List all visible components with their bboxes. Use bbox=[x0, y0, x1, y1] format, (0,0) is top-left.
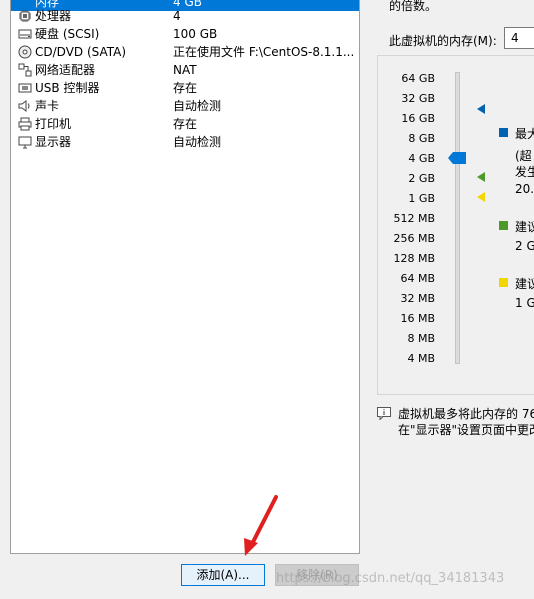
device-name: 声卡 bbox=[35, 99, 60, 113]
device-name: 显示器 bbox=[35, 135, 72, 149]
max-memory-marker-icon bbox=[477, 104, 485, 114]
device-row-processor[interactable]: 处理器 4 bbox=[11, 7, 359, 25]
min-legend-swatch bbox=[499, 278, 508, 287]
max-legend-value: 20. bbox=[515, 182, 534, 196]
cd-dvd-icon bbox=[17, 45, 33, 59]
add-hardware-button[interactable]: 添加(A)... bbox=[181, 564, 265, 586]
tick-label: 32 MB bbox=[400, 292, 435, 305]
memory-label: 此虚拟机的内存(M): bbox=[389, 34, 497, 48]
device-summary: 4 bbox=[173, 9, 181, 23]
device-row-network[interactable]: 网络适配器 NAT bbox=[11, 61, 359, 79]
tick-label: 8 GB bbox=[408, 132, 435, 145]
info-icon bbox=[377, 407, 391, 420]
tick-label: 256 MB bbox=[393, 232, 435, 245]
device-summary: 自动检测 bbox=[173, 99, 222, 113]
device-row-hard-disk[interactable]: 硬盘 (SCSI) 100 GB bbox=[11, 25, 359, 43]
max-legend-note2: 发生 bbox=[515, 165, 534, 179]
tick-label: 4 MB bbox=[407, 352, 435, 365]
tick-label: 4 GB bbox=[408, 152, 435, 165]
tick-label: 2 GB bbox=[408, 172, 435, 185]
device-row-printer[interactable]: 打印机 存在 bbox=[11, 115, 359, 133]
memory-slider-track[interactable] bbox=[455, 72, 460, 364]
tick-label: 1 GB bbox=[408, 192, 435, 205]
recommended-legend-value: 2 G bbox=[515, 239, 534, 253]
device-name: 打印机 bbox=[35, 117, 72, 131]
printer-icon bbox=[17, 117, 33, 131]
device-summary: 存在 bbox=[173, 81, 198, 95]
device-summary: 存在 bbox=[173, 117, 198, 131]
tick-label: 32 GB bbox=[401, 92, 435, 105]
watermark: https://blog.csdn.net/qq_34181343 bbox=[276, 571, 505, 586]
info-line-2: 在"显示器"设置页面中更改 bbox=[398, 423, 534, 437]
device-name: 处理器 bbox=[35, 9, 72, 23]
speaker-icon bbox=[17, 99, 33, 113]
recommended-legend-label: 建议 bbox=[515, 220, 534, 234]
max-legend-note: (超 bbox=[515, 149, 532, 163]
tick-label: 128 MB bbox=[393, 252, 435, 265]
device-name: 硬盘 (SCSI) bbox=[35, 27, 100, 41]
tick-label: 16 GB bbox=[401, 112, 435, 125]
device-summary: 100 GB bbox=[173, 27, 218, 41]
device-row-cd-dvd[interactable]: CD/DVD (SATA) 正在使用文件 F:\CentOS-8.1.1... bbox=[11, 43, 359, 61]
min-legend-value: 1 G bbox=[515, 296, 534, 310]
network-adapter-icon bbox=[17, 63, 33, 77]
tick-label: 64 MB bbox=[400, 272, 435, 285]
device-row-usb[interactable]: USB 控制器 存在 bbox=[11, 79, 359, 97]
tick-label: 16 MB bbox=[400, 312, 435, 325]
min-legend-label: 建议 bbox=[515, 277, 534, 291]
device-row-display[interactable]: 显示器 自动检测 bbox=[11, 133, 359, 151]
memory-slider-thumb[interactable] bbox=[448, 152, 468, 164]
recommended-memory-marker-icon bbox=[477, 172, 485, 182]
tick-label: 8 MB bbox=[407, 332, 435, 345]
hard-disk-icon bbox=[17, 27, 33, 41]
usb-icon bbox=[17, 81, 33, 95]
device-list: 内存 4 GB 处理器 4 硬盘 (SCSI) 100 GB CD/DVD (S… bbox=[10, 0, 360, 554]
memory-multiple-note: 的倍数。 bbox=[389, 0, 438, 13]
memory-input[interactable]: 4 bbox=[504, 27, 534, 49]
device-name: 网络适配器 bbox=[35, 63, 96, 77]
device-summary: 正在使用文件 F:\CentOS-8.1.1... bbox=[173, 45, 355, 59]
max-legend-swatch bbox=[499, 128, 508, 137]
device-summary: NAT bbox=[173, 63, 197, 77]
recommended-legend-swatch bbox=[499, 221, 508, 230]
device-row-sound[interactable]: 声卡 自动检测 bbox=[11, 97, 359, 115]
device-name: CD/DVD (SATA) bbox=[35, 45, 127, 59]
min-recommended-marker-icon bbox=[477, 192, 485, 202]
tick-label: 512 MB bbox=[393, 212, 435, 225]
device-summary: 自动检测 bbox=[173, 135, 222, 149]
monitor-icon bbox=[17, 135, 33, 149]
cpu-icon bbox=[17, 9, 33, 23]
tick-label: 64 GB bbox=[401, 72, 435, 85]
device-name: USB 控制器 bbox=[35, 81, 100, 95]
max-legend-label: 最大 bbox=[515, 127, 534, 141]
info-line-1: 虚拟机最多将此内存的 76 bbox=[398, 407, 534, 421]
